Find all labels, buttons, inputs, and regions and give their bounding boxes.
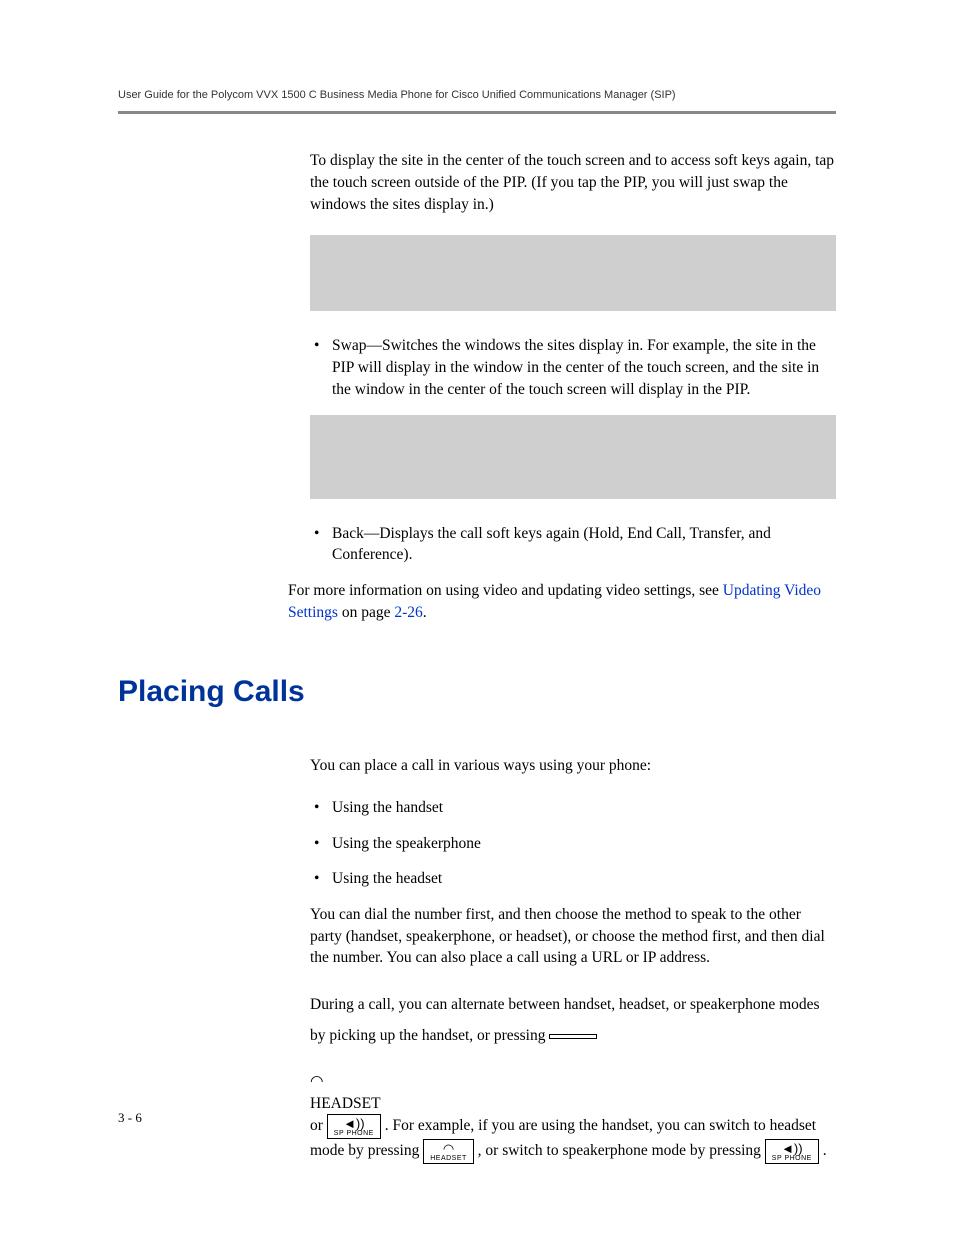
alt-text-2b: or bbox=[310, 1118, 327, 1135]
pip-paragraph: To display the site in the center of the… bbox=[310, 150, 836, 215]
method-headset: Using the headset bbox=[310, 868, 836, 890]
more-info-post: . bbox=[423, 604, 427, 621]
alt-text-4c: . bbox=[823, 1143, 827, 1160]
spphone-glyph-icon-2: ◄)) bbox=[772, 1142, 812, 1155]
page-container: User Guide for the Polycom VVX 1500 C Bu… bbox=[0, 0, 954, 1164]
running-head: User Guide for the Polycom VVX 1500 C Bu… bbox=[118, 88, 836, 103]
alt-text-4b: , or switch to speakerphone mode by pres… bbox=[478, 1143, 765, 1160]
method-handset: Using the handset bbox=[310, 797, 836, 819]
alt-text-2c: . For bbox=[385, 1118, 418, 1135]
spphone-glyph-icon: ◄)) bbox=[334, 1117, 374, 1130]
placing-calls-intro: You can place a call in various ways usi… bbox=[310, 755, 836, 777]
headset-glyph-icon-2: ◠ bbox=[430, 1142, 467, 1155]
feature-list-2: Back—Displays the call soft keys again (… bbox=[310, 523, 836, 566]
spphone-key-icon: ◄)) SP PHONE bbox=[327, 1114, 381, 1139]
headset-glyph-icon: ◠ bbox=[310, 1071, 836, 1093]
methods-list: Using the handset Using the speakerphone… bbox=[310, 797, 836, 890]
swap-bullet: Swap—Switches the windows the sites disp… bbox=[310, 335, 836, 400]
header-rule bbox=[118, 111, 836, 114]
headset-key-label-2: HEADSET bbox=[430, 1155, 467, 1162]
dial-first-paragraph: You can dial the number first, and then … bbox=[310, 904, 836, 969]
placeholder-box-2 bbox=[310, 415, 836, 499]
placeholder-box-1 bbox=[310, 235, 836, 311]
page-number: 3 - 6 bbox=[118, 1109, 142, 1127]
back-bullet: Back—Displays the call soft keys again (… bbox=[310, 523, 836, 566]
headset-key-icon bbox=[549, 1034, 597, 1039]
more-info-mid: on page bbox=[338, 604, 394, 621]
alt-text-4a: pressing bbox=[368, 1143, 424, 1160]
alternate-modes-paragraph: During a call, you can alternate between… bbox=[310, 989, 836, 1051]
headset-key-label: HEADSET bbox=[310, 1093, 836, 1115]
headset-key-icon-2: ◠ HEADSET bbox=[423, 1139, 474, 1164]
spphone-key-label: SP PHONE bbox=[334, 1130, 374, 1137]
spphone-key-label-2: SP PHONE bbox=[772, 1155, 812, 1162]
more-info-paragraph: For more information on using video and … bbox=[288, 580, 836, 623]
section-content: You can place a call in various ways usi… bbox=[310, 755, 836, 1164]
main-content: To display the site in the center of the… bbox=[310, 150, 836, 623]
alt-text-1: During a call, you can alternate between… bbox=[310, 996, 779, 1013]
spphone-key-icon-2: ◄)) SP PHONE bbox=[765, 1139, 819, 1164]
more-info-pre: For more information on using video and … bbox=[288, 582, 723, 599]
page-ref-link[interactable]: 2-26 bbox=[394, 604, 422, 621]
feature-list-1: Swap—Switches the windows the sites disp… bbox=[310, 335, 836, 400]
section-heading-placing-calls: Placing Calls bbox=[118, 671, 836, 713]
method-speakerphone: Using the speakerphone bbox=[310, 833, 836, 855]
